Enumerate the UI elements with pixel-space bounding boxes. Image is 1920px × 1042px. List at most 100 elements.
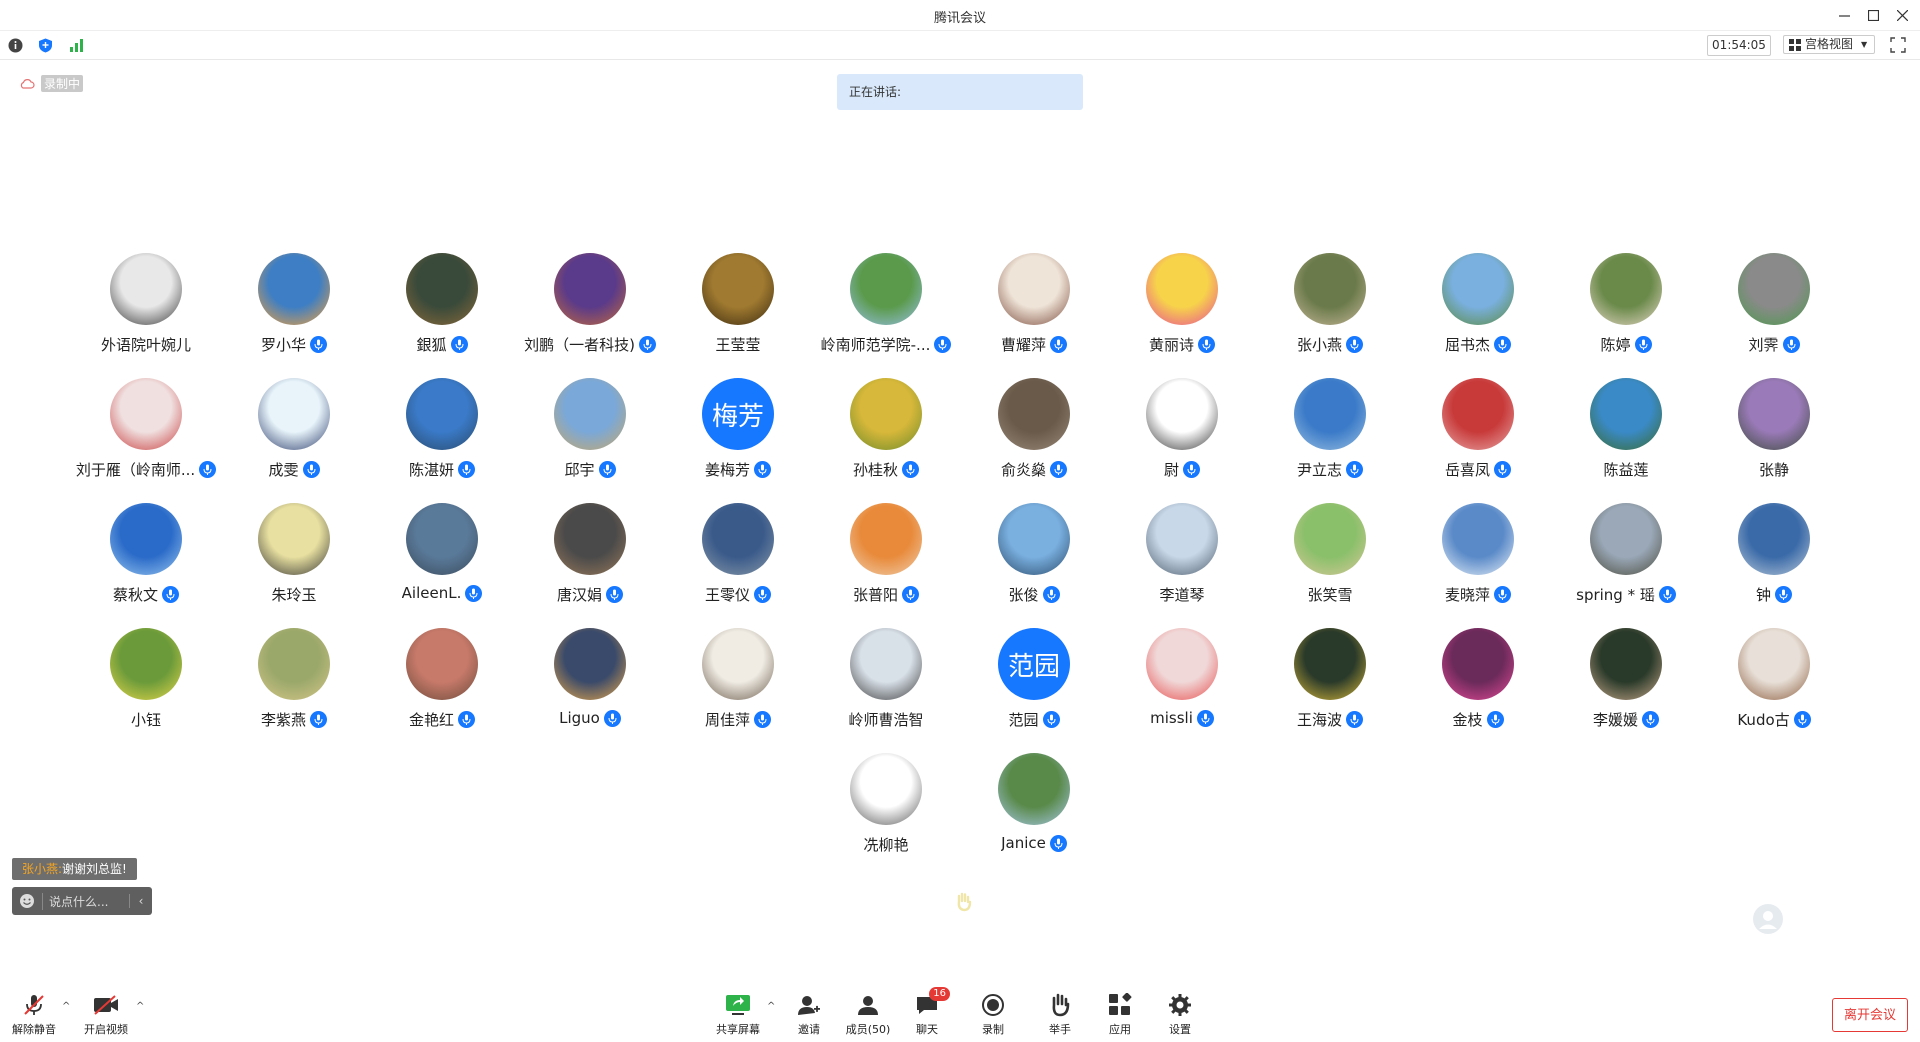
participant-tile[interactable]: 成雯 <box>220 378 368 498</box>
participant-tile[interactable]: 张小燕 <box>1256 253 1404 373</box>
participant-tile[interactable]: 黄丽诗 <box>1108 253 1256 373</box>
participant-tile[interactable]: missli <box>1108 628 1256 748</box>
participant-name-row: 俞炎燊 <box>960 459 1108 480</box>
participant-tile[interactable]: 王海波 <box>1256 628 1404 748</box>
participant-name-row: 周佳萍 <box>664 709 812 730</box>
avatar-photo <box>850 628 922 700</box>
chat-button[interactable]: 16 聊天 <box>897 987 957 1037</box>
participant-tile[interactable]: 邱宇 <box>516 378 664 498</box>
participant-tile[interactable]: 张笑雪 <box>1256 503 1404 623</box>
participant-tile[interactable]: 李道琴 <box>1108 503 1256 623</box>
members-button[interactable]: 成员(50) <box>838 993 898 1037</box>
participant-tile[interactable]: spring * 瑶 <box>1552 503 1700 623</box>
participant-tile[interactable]: 外语院叶婉儿 <box>72 253 220 373</box>
settings-button[interactable]: 设置 <box>1150 993 1210 1037</box>
chat-bubble[interactable]: 张小燕:谢谢刘总监! <box>12 858 137 880</box>
participant-tile[interactable]: 曹耀萍 <box>960 253 1108 373</box>
participant-tile[interactable]: 张静 <box>1700 378 1848 498</box>
avatar-photo <box>1442 628 1514 700</box>
participant-tile[interactable]: 李紫燕 <box>220 628 368 748</box>
participant-tile[interactable]: 朱玲玉 <box>220 503 368 623</box>
fullscreen-icon[interactable] <box>1890 37 1906 53</box>
mic-icon <box>1042 711 1060 728</box>
participant-name: AileenL. <box>401 584 462 602</box>
participant-tile[interactable]: 钟 <box>1700 503 1848 623</box>
participant-tile[interactable]: 陈婷 <box>1552 253 1700 373</box>
participant-tile[interactable]: 銀狐 <box>368 253 516 373</box>
start-video-button[interactable]: 开启视频 <box>76 993 136 1037</box>
participant-tile[interactable]: 俞炎燊 <box>960 378 1108 498</box>
unmute-button[interactable]: 解除静音 <box>4 993 64 1037</box>
video-options-caret-icon[interactable]: ^ <box>136 1001 144 1012</box>
audio-options-caret-icon[interactable]: ^ <box>62 1001 70 1012</box>
participant-tile[interactable]: 麦晓萍 <box>1404 503 1552 623</box>
participant-tile[interactable]: 周佳萍 <box>664 628 812 748</box>
participant-tile[interactable]: 刘于雁（岭南师... <box>72 378 220 498</box>
participant-tile[interactable]: 梅芳 姜梅芳 <box>664 378 812 498</box>
maximize-button[interactable] <box>1863 5 1883 25</box>
participant-tile[interactable]: 孙桂秋 <box>812 378 960 498</box>
participant-tile[interactable]: 刘鹏（一者科技) <box>516 253 664 373</box>
participant-tile[interactable]: Janice <box>960 753 1108 873</box>
participant-tile[interactable]: 王莹莹 <box>664 253 812 373</box>
participant-tile[interactable]: 蔡秋文 <box>72 503 220 623</box>
view-mode-dropdown[interactable]: 宫格视图 ▼ <box>1783 35 1875 54</box>
participant-tile[interactable]: 陈益莲 <box>1552 378 1700 498</box>
participant-tile[interactable]: 罗小华 <box>220 253 368 373</box>
participant-tile[interactable]: 屈书杰 <box>1404 253 1552 373</box>
participant-tile[interactable]: 金枝 <box>1404 628 1552 748</box>
mic-icon <box>162 586 179 603</box>
participant-name-row: Kudo古 <box>1700 709 1848 730</box>
share-screen-button[interactable]: 共享屏幕 <box>708 993 768 1037</box>
participant-name-row: 外语院叶婉儿 <box>72 334 220 355</box>
participant-tile[interactable]: Liguo <box>516 628 664 748</box>
participant-tile[interactable]: 张俊 <box>960 503 1108 623</box>
signal-icon[interactable] <box>68 37 84 53</box>
participant-tile[interactable]: 小钰 <box>72 628 220 748</box>
mic-icon <box>450 336 468 353</box>
participant-tile[interactable]: 尉 <box>1108 378 1256 498</box>
minimize-button[interactable] <box>1834 5 1854 25</box>
participant-tile[interactable]: 岭南师范学院-... <box>812 253 960 373</box>
collapse-chevron-icon[interactable]: ‹ <box>129 894 152 908</box>
participant-name: 陈益莲 <box>1603 461 1649 479</box>
speaking-indicator: 正在讲话: <box>837 74 1083 110</box>
raise-hand-button[interactable]: 举手 <box>1030 993 1090 1037</box>
chat-sender: 张小燕: <box>22 862 63 876</box>
participant-tile[interactable]: 刘霁 <box>1700 253 1848 373</box>
recording-indicator: 录制中 <box>19 75 84 92</box>
share-options-caret-icon[interactable]: ^ <box>767 1001 775 1012</box>
participant-tile[interactable]: 尹立志 <box>1256 378 1404 498</box>
participant-tile[interactable]: 岭师曹浩智 <box>812 628 960 748</box>
participant-tile[interactable]: 陈湛妍 <box>368 378 516 498</box>
participant-name-row: 成雯 <box>220 459 368 480</box>
participant-tile[interactable]: 唐汉娟 <box>516 503 664 623</box>
participant-tile[interactable]: 李媛媛 <box>1552 628 1700 748</box>
leave-meeting-button[interactable]: 离开会议 <box>1832 998 1908 1032</box>
security-shield-icon[interactable] <box>37 37 53 53</box>
participant-tile[interactable]: 金艳红 <box>368 628 516 748</box>
mic-icon <box>1196 709 1214 727</box>
chat-input-placeholder[interactable]: 说点什么... <box>42 892 129 910</box>
emoji-icon[interactable] <box>12 893 42 909</box>
view-mode-label: 宫格视图 <box>1805 37 1854 51</box>
invite-button[interactable]: 邀请 <box>779 993 839 1037</box>
apps-button[interactable]: 应用 <box>1090 993 1150 1037</box>
participant-name-row: 陈婷 <box>1552 334 1700 355</box>
participant-tile[interactable]: 岳喜凤 <box>1404 378 1552 498</box>
chat-quick-input[interactable]: 说点什么... ‹ <box>12 887 152 915</box>
participant-name-row: 张笑雪 <box>1256 584 1404 605</box>
close-button[interactable] <box>1892 5 1912 25</box>
avatar-photo <box>258 253 330 325</box>
participant-tile[interactable]: AileenL. <box>368 503 516 623</box>
apps-label: 应用 <box>1109 1023 1131 1036</box>
info-icon[interactable] <box>7 37 23 53</box>
participant-tile[interactable]: 范园 范园 <box>960 628 1108 748</box>
participant-tile[interactable]: Kudo古 <box>1700 628 1848 748</box>
participant-name: 张笑雪 <box>1307 586 1353 604</box>
participant-tile[interactable]: 冼柳艳 <box>812 753 960 873</box>
participant-tile[interactable]: 王零仪 <box>664 503 812 623</box>
avatar-photo <box>554 253 626 325</box>
participant-tile[interactable]: 张普阳 <box>812 503 960 623</box>
record-button[interactable]: 录制 <box>963 993 1023 1037</box>
